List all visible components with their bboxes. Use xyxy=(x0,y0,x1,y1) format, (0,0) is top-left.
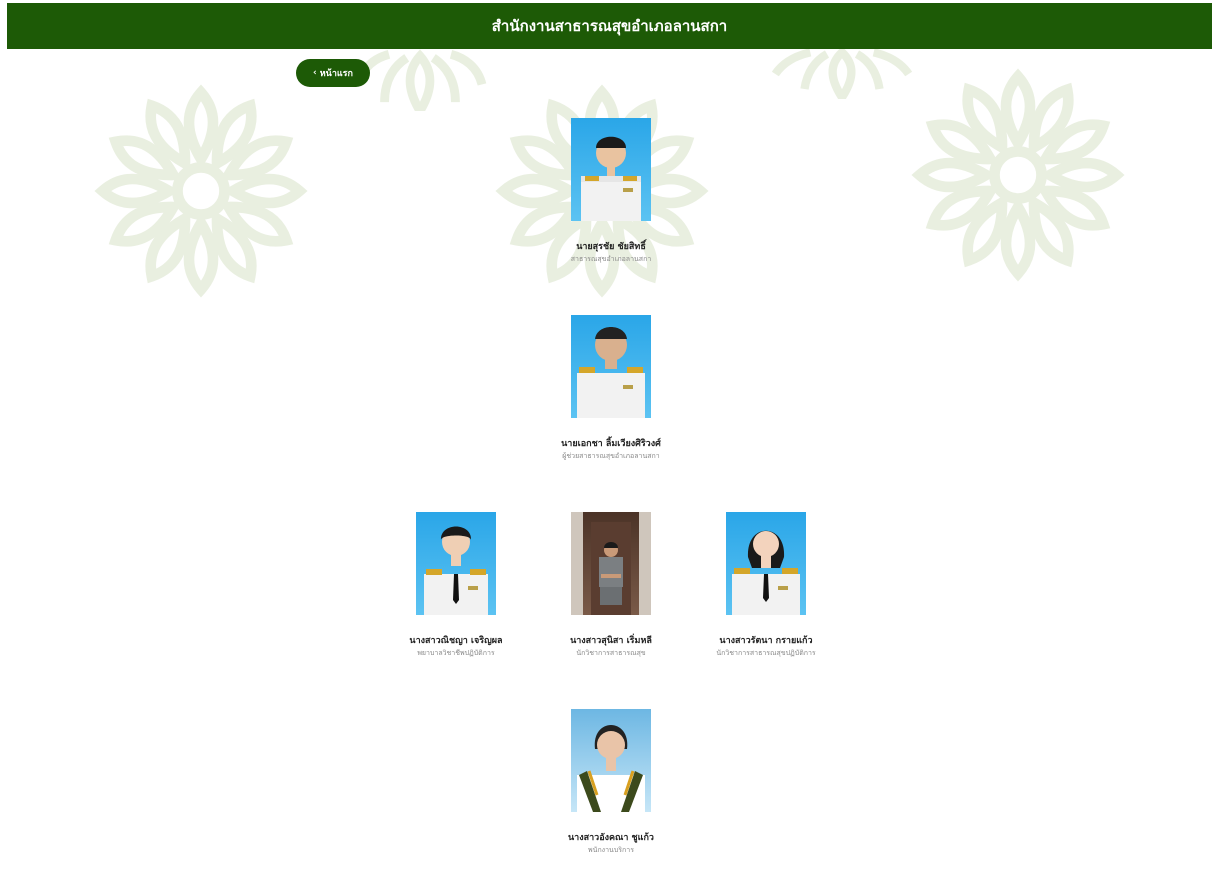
lotus-decoration-left xyxy=(94,84,308,298)
staff-position: พนักงานบริการ xyxy=(588,846,634,854)
staff-card: นางสาวสุนิสา เริ่มหลี นักวิชาการสาธารณสุ… xyxy=(526,512,696,659)
lotus-decoration-top-right xyxy=(771,49,913,99)
staff-photo xyxy=(571,118,651,221)
staff-card: นางสาวรัตนา กรายแก้ว นักวิชาการสาธารณสุข… xyxy=(681,512,851,659)
staff-photo xyxy=(416,512,496,615)
staff-name: นายเอกชา ลิ้มเวียงศิริวงศ์ xyxy=(561,439,661,449)
staff-position: สาธารณสุขอำเภอลานสกา xyxy=(570,255,652,263)
staff-name: นางสาวรัตนา กรายแก้ว xyxy=(719,636,813,646)
lotus-decoration-right xyxy=(911,68,1125,282)
staff-position: พยาบาลวิชาชีพปฏิบัติการ xyxy=(417,649,495,657)
staff-card: นางสาวอังคณา ชูแก้ว พนักงานบริการ xyxy=(526,709,696,856)
staff-position: นักวิชาการสาธารณสุข xyxy=(576,649,646,657)
staff-name: นางสาวณิชญา เจริญผล xyxy=(409,636,503,646)
staff-card: นายสุรชัย ชัยสิทธิ์ สาธารณสุขอำเภอลานสกา xyxy=(526,118,696,265)
staff-photo xyxy=(571,512,651,615)
staff-name: นางสาวสุนิสา เริ่มหลี xyxy=(570,636,652,646)
staff-name: นายสุรชัย ชัยสิทธิ์ xyxy=(576,242,646,252)
back-home-label: หน้าแรก xyxy=(319,69,353,79)
back-home-button[interactable]: ‹ หน้าแรก xyxy=(296,59,370,87)
chevron-left-icon: ‹ xyxy=(313,68,317,78)
staff-card: นางสาวณิชญา เจริญผล พยาบาลวิชาชีพปฏิบัติ… xyxy=(371,512,541,659)
staff-card: นายเอกชา ลิ้มเวียงศิริวงศ์ ผู้ช่วยสาธารณ… xyxy=(526,315,696,462)
staff-photo xyxy=(571,709,651,812)
site-header: สำนักงานสาธารณสุขอำเภอลานสกา xyxy=(7,3,1212,49)
staff-photo xyxy=(726,512,806,615)
staff-position: นักวิชาการสาธารณสุขปฏิบัติการ xyxy=(716,649,816,657)
staff-photo xyxy=(571,315,651,418)
staff-name: นางสาวอังคณา ชูแก้ว xyxy=(568,833,654,843)
staff-position: ผู้ช่วยสาธารณสุขอำเภอลานสกา xyxy=(562,452,660,460)
page-title: สำนักงานสาธารณสุขอำเภอลานสกา xyxy=(491,17,728,35)
